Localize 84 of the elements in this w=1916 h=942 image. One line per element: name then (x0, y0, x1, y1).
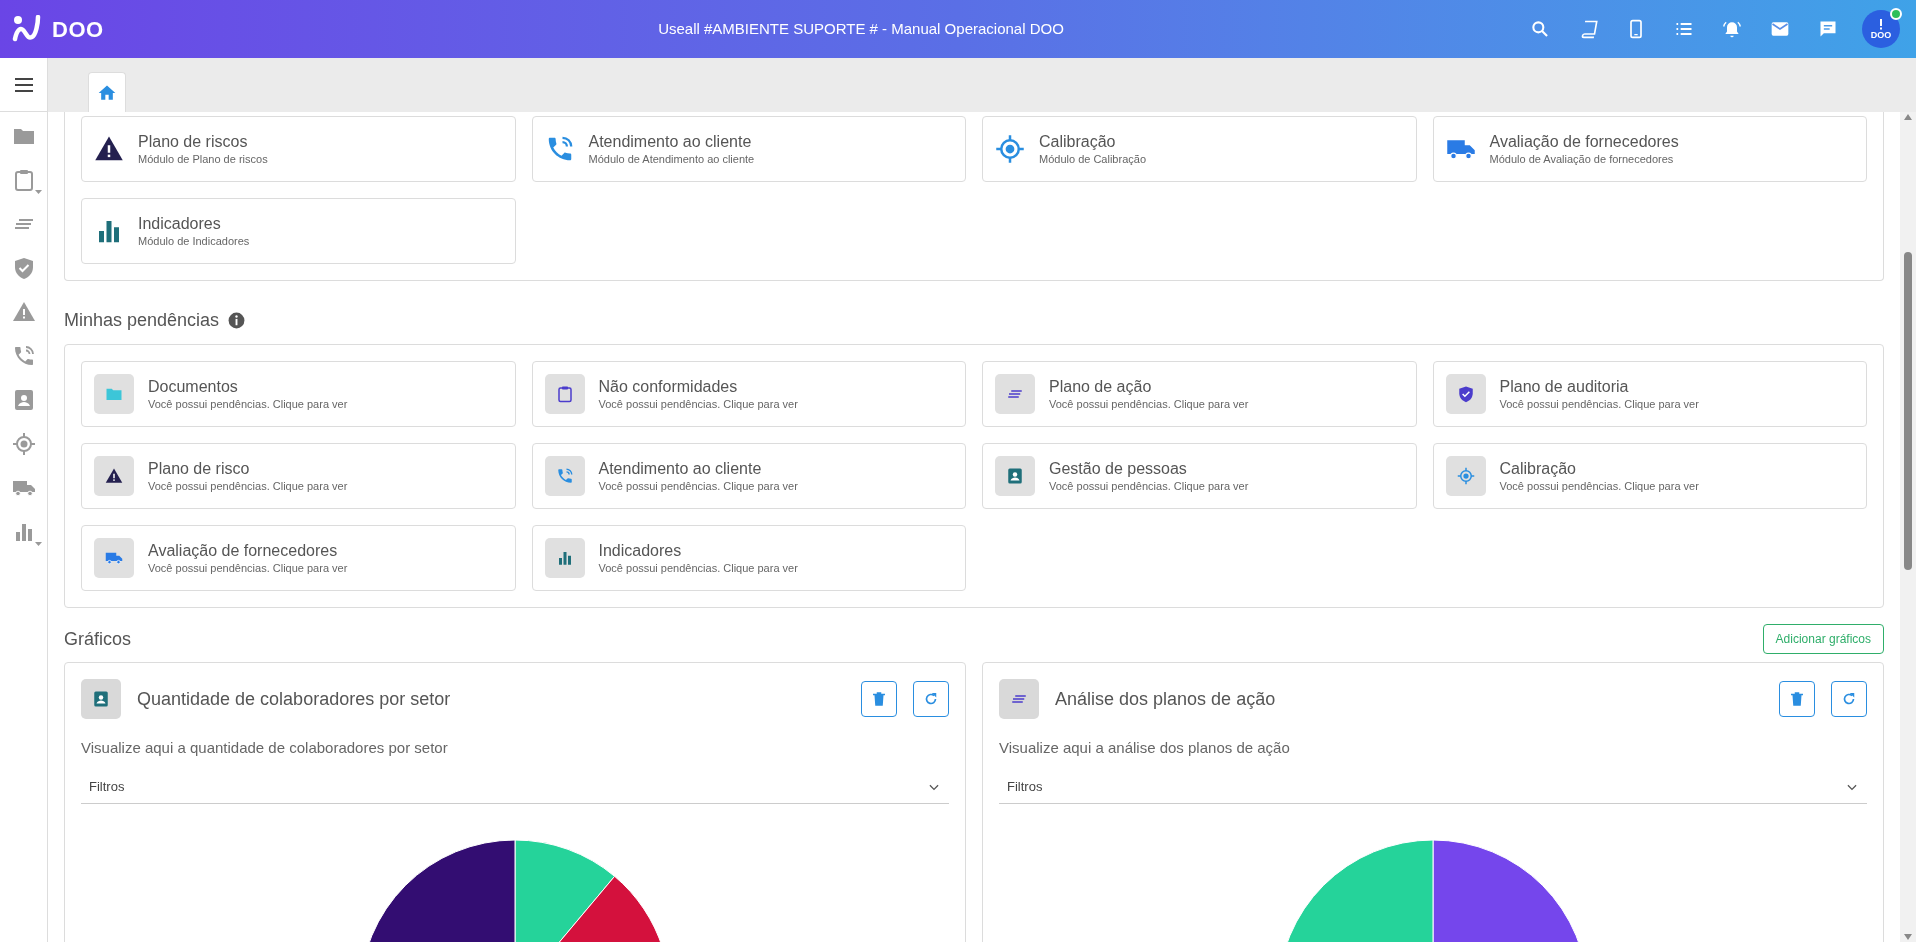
clipboard-icon (555, 385, 574, 403)
card-subtitle: Módulo de Atendimento ao cliente (588, 151, 755, 167)
card-subtitle: Você possui pendências. Clique para ver (148, 396, 348, 412)
card-title: Plano de auditoria (1499, 376, 1630, 397)
card-title: Plano de riscos (138, 131, 249, 152)
card-subtitle: Você possui pendências. Clique para ver (1049, 396, 1249, 412)
filters-dropdown[interactable]: Filtros (81, 771, 949, 804)
mail-icon[interactable] (1770, 19, 1790, 39)
section-title: Gráficos (64, 627, 132, 651)
card-subtitle: Módulo de Plano de riscos (138, 151, 268, 167)
target-icon (995, 134, 1025, 164)
chat-icon[interactable] (1818, 19, 1838, 39)
alarm-bell-icon[interactable] (1722, 19, 1742, 39)
card-subtitle: Módulo de Indicadores (138, 233, 250, 249)
card-subtitle: Você possui pendências. Clique para ver (598, 478, 798, 494)
pending-card[interactable]: Calibração Você possui pendências. Clique para ver (1432, 443, 1867, 509)
user-avatar[interactable]: DOO (1862, 10, 1900, 48)
chart-title: Quantidade de colaboradores por setor (137, 687, 452, 711)
card-subtitle: Você possui pendências. Clique para ver (148, 478, 348, 494)
trash-icon (870, 690, 888, 708)
refresh-button[interactable] (1831, 681, 1867, 717)
avatar-text: DOO (1870, 29, 1892, 40)
card-title: Gestão de pessoas (1049, 458, 1188, 479)
person-card-icon (92, 690, 110, 708)
home-tab[interactable] (88, 72, 126, 112)
card-title: Atendimento ao cliente (598, 458, 763, 479)
pending-card[interactable]: Gestão de pessoas Você possui pendências. Clique para ver (982, 443, 1417, 509)
chart-description: Visualize aqui a análise dos planos de ação (999, 738, 1291, 758)
module-card[interactable]: Atendimento ao cliente Módulo de Atendimento ao cliente (531, 116, 966, 182)
filters-dropdown[interactable]: Filtros (999, 771, 1867, 804)
person-card-icon (1006, 467, 1024, 485)
scroll-down-arrow-icon[interactable] (1904, 934, 1912, 940)
module-card[interactable]: Avaliação de fornecedores Módulo de Avaliação de fornecedores (1432, 116, 1867, 182)
pending-card[interactable]: Indicadores Você possui pendências. Clique para ver (531, 525, 966, 591)
card-title: Plano de risco (148, 458, 251, 479)
delete-button[interactable] (861, 681, 897, 717)
card-title: Indicadores (598, 540, 683, 561)
window-title: Useall #AMBIENTE SUPORTE # - Manual Operacional DOO (657, 18, 1065, 39)
scrollbar-thumb[interactable] (1904, 252, 1912, 570)
pending-card[interactable]: Plano de auditoria Você possui pendências. Clique para ver (1432, 361, 1867, 427)
logo-text: DOO (52, 15, 104, 44)
module-card[interactable]: Calibração Módulo de Calibração (982, 116, 1417, 182)
scroll-up-arrow-icon[interactable] (1904, 114, 1912, 120)
refresh-button[interactable] (913, 681, 949, 717)
pending-card[interactable]: Atendimento ao cliente Você possui pendências. Clique para ver (531, 443, 966, 509)
warning-icon (11, 300, 36, 324)
card-title: Indicadores (138, 213, 222, 234)
card-title: Avaliação de fornecedores (1489, 131, 1679, 152)
card-subtitle: Você possui pendências. Clique para ver (598, 560, 798, 576)
card-title: Atendimento ao cliente (588, 131, 753, 152)
card-subtitle: Módulo de Avaliação de fornecedores (1489, 151, 1675, 167)
pending-card[interactable]: Não conformidades Você possui pendências. Clique para ver (531, 361, 966, 427)
card-title: Plano de ação (1049, 376, 1153, 397)
info-icon[interactable] (227, 311, 247, 330)
card-title: Documentos (148, 376, 239, 397)
warning-icon (105, 467, 123, 485)
card-title: Não conformidades (598, 376, 739, 397)
trash-icon (1788, 690, 1806, 708)
shield-check-icon (1456, 385, 1475, 403)
scrollbar[interactable] (1900, 112, 1916, 942)
pending-card[interactable]: Avaliação de fornecedores Você possui pendências. Clique para ver (81, 525, 516, 591)
phone-icon (555, 467, 574, 485)
search-icon[interactable] (1530, 19, 1550, 39)
card-subtitle: Você possui pendências. Clique para ver (148, 560, 348, 576)
card-title: Avaliação de fornecedores (148, 540, 339, 561)
card-title: Calibração (1039, 131, 1117, 152)
card-title: Calibração (1499, 458, 1577, 479)
pending-card[interactable]: Plano de ação Você possui pendências. Clique para ver (982, 361, 1417, 427)
module-card[interactable]: Indicadores Módulo de Indicadores (81, 198, 516, 264)
target-icon (1456, 467, 1475, 485)
chart-title: Análise dos planos de ação (1055, 687, 1277, 711)
target-icon (11, 432, 36, 456)
module-card[interactable]: Plano de riscos Módulo de Plano de riscos (81, 116, 516, 182)
card-subtitle: Você possui pendências. Clique para ver (1499, 396, 1699, 412)
pending-card[interactable]: Documentos Você possui pendências. Clique para ver (81, 361, 516, 427)
pending-card[interactable]: Plano de risco Você possui pendências. Clique para ver (81, 443, 516, 509)
card-subtitle: Você possui pendências. Clique para ver (1049, 478, 1249, 494)
exclamation-icon (1879, 18, 1883, 30)
chart-description: Visualize aqui a quantidade de colaboradores por setor (81, 738, 449, 758)
delete-button[interactable] (1779, 681, 1815, 717)
card-subtitle: Módulo de Calibração (1039, 151, 1146, 167)
card-subtitle: Você possui pendências. Clique para ver (598, 396, 798, 412)
card-subtitle: Você possui pendências. Clique para ver (1499, 478, 1699, 494)
section-title: Minhas pendências (64, 309, 220, 332)
